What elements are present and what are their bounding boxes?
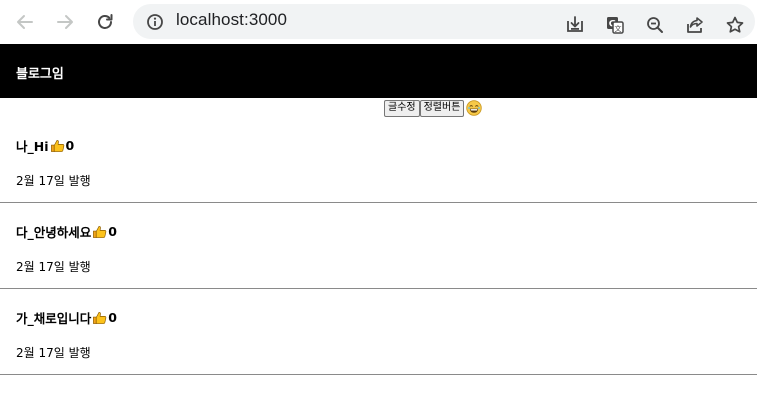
post-title[interactable]: 나_Hi 0	[16, 136, 74, 155]
forward-arrow-icon[interactable]	[51, 8, 79, 36]
blog-header: 블로그임	[0, 44, 757, 98]
svg-text:文: 文	[615, 24, 622, 33]
list-item: 가_채로입니다 0 2월 17일 발행	[0, 289, 757, 375]
post-date: 2월 17일 발행	[16, 174, 91, 188]
post-title-text[interactable]: 나_Hi	[16, 136, 49, 155]
thumbs-up-icon[interactable]	[50, 138, 65, 153]
post-title-text[interactable]: 다_안녕하세요	[16, 222, 91, 241]
like-count: 0	[108, 224, 117, 239]
edit-post-button[interactable]: 글수정	[384, 99, 420, 117]
back-arrow-icon[interactable]	[11, 8, 39, 36]
post-date: 2월 17일 발행	[16, 346, 91, 360]
post-title[interactable]: 다_안녕하세요 0	[16, 222, 117, 241]
zoom-out-icon[interactable]	[642, 12, 668, 38]
reload-icon[interactable]	[91, 8, 119, 36]
button-row: 글수정 정렬버튼	[384, 99, 483, 117]
list-item: 나_Hi 0 2월 17일 발행	[0, 117, 757, 203]
laughing-face-icon[interactable]	[466, 100, 483, 116]
blog-title: 블로그임	[16, 67, 64, 82]
translate-icon[interactable]: G文	[602, 12, 628, 38]
list-item: 다_안녕하세요 0 2월 17일 발행	[0, 203, 757, 289]
star-icon[interactable]	[722, 12, 748, 38]
browser-toolbar: localhost:3000 G文	[0, 0, 757, 44]
install-app-icon[interactable]	[562, 12, 588, 38]
sort-button[interactable]: 정렬버튼	[419, 99, 465, 117]
post-title[interactable]: 가_채로입니다 0	[16, 308, 117, 327]
info-icon[interactable]	[145, 12, 165, 32]
post-title-text[interactable]: 가_채로입니다	[16, 308, 91, 327]
post-date: 2월 17일 발행	[16, 260, 91, 274]
like-count: 0	[65, 138, 75, 153]
address-bar[interactable]: localhost:3000 G文	[133, 4, 755, 39]
url-text[interactable]: localhost:3000	[176, 10, 287, 30]
thumbs-up-icon[interactable]	[92, 310, 107, 325]
like-count: 0	[108, 310, 117, 325]
share-icon[interactable]	[682, 12, 708, 38]
thumbs-up-icon[interactable]	[92, 224, 107, 239]
